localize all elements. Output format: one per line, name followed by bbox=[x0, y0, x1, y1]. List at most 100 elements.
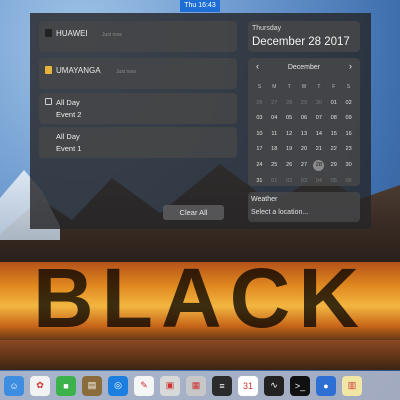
clear-all-button[interactable]: Clear All bbox=[163, 205, 224, 220]
weekday-header: T bbox=[287, 84, 291, 90]
calendar-day[interactable]: 03 bbox=[297, 174, 312, 190]
notification-umayanga[interactable]: UMAYANGA Just now bbox=[39, 58, 237, 89]
calendar-day[interactable]: 04 bbox=[311, 174, 326, 190]
calendar-day[interactable]: 29 bbox=[297, 96, 312, 112]
notes-icon[interactable]: ▥ bbox=[342, 375, 362, 396]
event-title: Event 2 bbox=[56, 110, 82, 119]
app-icon bbox=[45, 66, 52, 74]
calendar-day[interactable]: 08 bbox=[326, 111, 341, 127]
calendar-day[interactable]: 10 bbox=[252, 127, 267, 143]
app-icon bbox=[45, 29, 52, 37]
calendar-day[interactable]: 19 bbox=[282, 142, 297, 158]
browser-icon[interactable]: ● bbox=[316, 375, 336, 396]
calendar-day[interactable]: 20 bbox=[297, 142, 312, 158]
calendar-day[interactable]: 17 bbox=[252, 142, 267, 158]
date-widget: Thursday December 28 2017 bbox=[248, 21, 360, 52]
notification-huawei[interactable]: HUAWEI Just now bbox=[39, 21, 237, 52]
chevron-right-icon[interactable]: › bbox=[349, 61, 352, 71]
dock: ☺ ✿ ■ ▤ ◎ ✎ ▣ ▦ ≡ 31 ∿ >_ ● ▥ bbox=[0, 371, 400, 400]
calendar-day[interactable]: 04 bbox=[267, 111, 282, 127]
terminal-icon[interactable]: >_ bbox=[290, 375, 310, 396]
calendar-day[interactable]: 30 bbox=[341, 158, 356, 174]
weekday-header: W bbox=[301, 84, 307, 90]
textedit-icon[interactable]: ✎ bbox=[134, 375, 154, 396]
menubar-clock[interactable]: Thu 16:43 bbox=[180, 0, 220, 12]
event-time: All Day bbox=[56, 132, 80, 141]
notification-title: HUAWEI bbox=[56, 29, 88, 38]
full-date-label: December 28 2017 bbox=[252, 36, 350, 48]
calendar-day[interactable]: 25 bbox=[267, 158, 282, 174]
calendar-icon bbox=[45, 98, 52, 105]
weather-title: Weather bbox=[251, 196, 278, 203]
calendar-week-row: 26 27 28 29 30 01 02 bbox=[252, 96, 356, 112]
calendar-day[interactable]: 01 bbox=[326, 96, 341, 112]
calendar-day[interactable]: 03 bbox=[252, 111, 267, 127]
image-capture-icon[interactable]: ▦ bbox=[186, 375, 206, 396]
calendar-day[interactable]: 05 bbox=[326, 174, 341, 190]
calendar-day[interactable]: 15 bbox=[326, 127, 341, 143]
notification-time: Just now bbox=[116, 69, 136, 75]
activity-monitor-icon[interactable]: ∿ bbox=[264, 375, 284, 396]
preview-icon[interactable]: ▤ bbox=[82, 375, 102, 396]
event-time: All Day bbox=[56, 98, 80, 107]
calendar-day[interactable]: 18 bbox=[267, 142, 282, 158]
calendar-day[interactable]: 02 bbox=[282, 174, 297, 190]
calendar-day[interactable]: 05 bbox=[282, 111, 297, 127]
weather-location[interactable]: Select a location... bbox=[251, 209, 308, 216]
notification-center-panel: HUAWEI Just now UMAYANGA Just now All Da… bbox=[30, 13, 371, 229]
calendar-day[interactable]: 01 bbox=[267, 174, 282, 190]
calendar-day[interactable]: 26 bbox=[252, 96, 267, 112]
calendar-day[interactable]: 09 bbox=[341, 111, 356, 127]
calendar-day[interactable]: 28 bbox=[282, 96, 297, 112]
facetime-icon[interactable]: ■ bbox=[56, 375, 76, 396]
calendar-grid: S M T W T F S 26 27 28 29 30 01 02 03 04 05 06 07 08… bbox=[252, 80, 356, 189]
calendar-week-row: 31 01 02 03 04 05 06 bbox=[252, 174, 356, 190]
finder-icon[interactable]: ☺ bbox=[4, 375, 24, 396]
calendar-day[interactable]: 30 bbox=[311, 96, 326, 112]
calendar-day[interactable]: 02 bbox=[341, 96, 356, 112]
weekday-header: F bbox=[332, 84, 336, 90]
calendar-day[interactable]: 12 bbox=[282, 127, 297, 143]
calendar-day[interactable]: 21 bbox=[311, 142, 326, 158]
calendar-day[interactable]: 22 bbox=[326, 142, 341, 158]
weather-widget[interactable]: Weather Select a location... bbox=[248, 192, 360, 222]
weekday-label: Thursday bbox=[252, 25, 282, 32]
calendar-day[interactable]: 27 bbox=[297, 158, 312, 174]
calendar-day[interactable]: 24 bbox=[252, 158, 267, 174]
calendar-week-row: 10 11 12 13 14 15 16 bbox=[252, 127, 356, 143]
weekday-header: S bbox=[257, 84, 262, 90]
notification-time: Just now bbox=[102, 32, 122, 38]
calendar-day[interactable]: 31 bbox=[252, 174, 267, 190]
safari-icon[interactable]: ◎ bbox=[108, 375, 128, 396]
calendar-day[interactable]: 29 bbox=[326, 158, 341, 174]
calendar-day[interactable]: 11 bbox=[267, 127, 282, 143]
calendar-day[interactable]: 06 bbox=[297, 111, 312, 127]
calendar-day[interactable]: 23 bbox=[341, 142, 356, 158]
photos-icon[interactable]: ✿ bbox=[30, 375, 50, 396]
calendar-day[interactable]: 07 bbox=[311, 111, 326, 127]
overlay-title: BLACK bbox=[33, 251, 367, 345]
event-item[interactable]: All Day Event 1 bbox=[39, 127, 237, 158]
event-title: Event 1 bbox=[56, 144, 82, 153]
calendar-day[interactable]: 13 bbox=[297, 127, 312, 143]
calendar-week-row: 24 25 26 27 28 29 30 bbox=[252, 158, 356, 174]
calendar-day[interactable]: 16 bbox=[341, 127, 356, 143]
calendar-widget: ‹ December › S M T W T F S 26 27 28 29 30 01 0… bbox=[248, 58, 360, 186]
notification-title: UMAYANGA bbox=[56, 66, 101, 75]
calendar-day[interactable]: 06 bbox=[341, 174, 356, 190]
calendar-day[interactable]: 26 bbox=[282, 158, 297, 174]
weekday-header: T bbox=[317, 84, 321, 90]
calendar-day-today[interactable]: 28 bbox=[311, 158, 326, 174]
calendar-day[interactable]: 27 bbox=[267, 96, 282, 112]
weekday-header: S bbox=[346, 84, 351, 90]
photo-booth-icon[interactable]: ▣ bbox=[160, 375, 180, 396]
weekday-header-row: S M T W T F S bbox=[252, 80, 356, 96]
calendar-icon[interactable]: 31 bbox=[238, 375, 258, 396]
event-item[interactable]: All Day Event 2 bbox=[39, 93, 237, 124]
calendar-week-row: 17 18 19 20 21 22 23 bbox=[252, 142, 356, 158]
calendar-day[interactable]: 14 bbox=[311, 127, 326, 143]
calendar-week-row: 03 04 05 06 07 08 09 bbox=[252, 111, 356, 127]
weekday-header: M bbox=[272, 84, 277, 90]
calendar-month: December bbox=[287, 64, 321, 71]
market-icon[interactable]: ≡ bbox=[212, 375, 232, 396]
